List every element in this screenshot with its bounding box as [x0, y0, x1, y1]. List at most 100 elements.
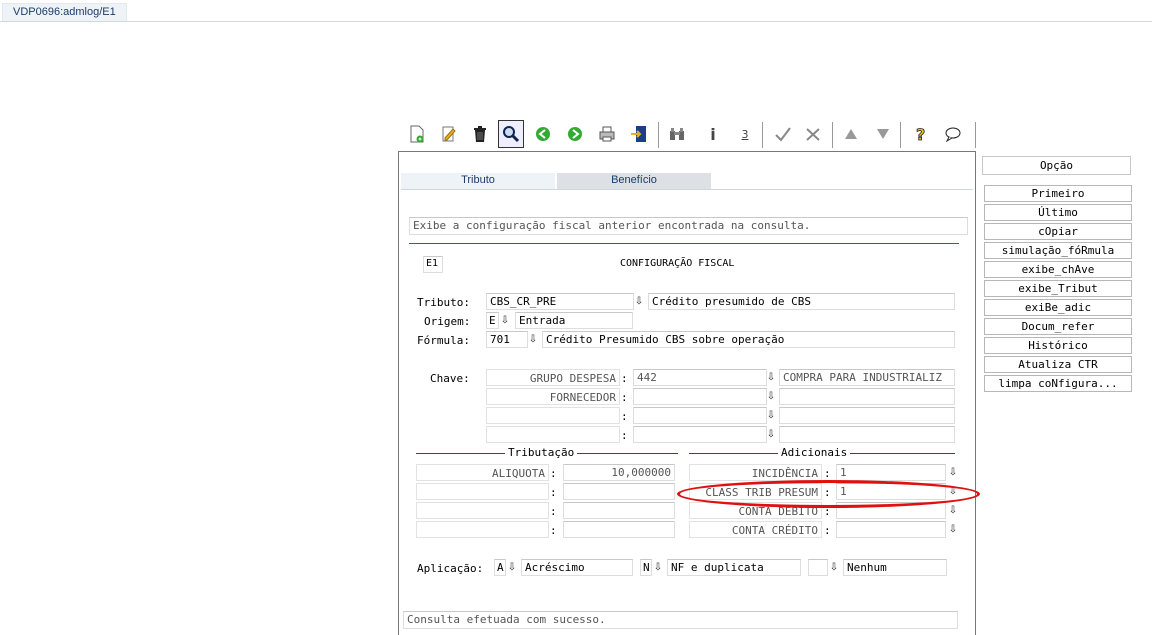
limpa-configuracao-button[interactable]: limpa coNfigura...: [984, 375, 1132, 392]
formula-label: Fórmula:: [417, 334, 470, 347]
origem-desc-field: Entrada: [515, 312, 633, 329]
tributacao-value-3[interactable]: [563, 502, 675, 519]
tributacao-name-3: [416, 502, 549, 519]
tab-beneficio[interactable]: Benefício: [557, 173, 711, 189]
help-icon[interactable]: ?: [908, 120, 934, 148]
window-tab[interactable]: VDP0696:admlog/E1: [2, 3, 127, 21]
toolbar: i 3 ?: [400, 118, 976, 150]
exit-icon[interactable]: [626, 120, 652, 148]
divider-line: [409, 243, 959, 244]
exibe-chave-button[interactable]: exibe_chAve: [984, 261, 1132, 278]
tributo-code-field[interactable]: CBS_CR_PRE: [486, 293, 634, 310]
simulacao-formula-button[interactable]: simulação_fóRmula: [984, 242, 1132, 259]
colon: :: [621, 410, 628, 423]
origem-code-field[interactable]: E: [486, 312, 499, 329]
print-icon[interactable]: [594, 120, 620, 148]
chave-lookup-icon-3[interactable]: ⇩: [765, 408, 777, 424]
info-icon[interactable]: i: [700, 120, 726, 148]
aplicacao-lookup-icon-2[interactable]: ⇩: [652, 560, 664, 576]
colon: :: [550, 486, 557, 499]
formula-code-field[interactable]: 701: [486, 331, 528, 348]
chave-desc-3: [779, 407, 955, 424]
chave-lookup-icon-2[interactable]: ⇩: [765, 389, 777, 405]
tributacao-value-2[interactable]: [563, 483, 675, 500]
delete-icon[interactable]: [467, 120, 493, 148]
colon: :: [621, 372, 628, 385]
aplicacao-desc2-field: NF e duplicata: [667, 559, 801, 576]
status-bar: Consulta efetuada com sucesso.: [403, 611, 958, 629]
colon: :: [550, 524, 557, 537]
adicionais-title: Adicionais: [778, 446, 851, 459]
comment-icon[interactable]: [940, 120, 966, 148]
toolbar-separator: [832, 122, 833, 148]
colon: :: [824, 524, 831, 537]
aplicacao-code1-field[interactable]: A: [494, 559, 506, 576]
colon: :: [824, 467, 831, 480]
origem-lookup-icon[interactable]: ⇩: [499, 313, 511, 329]
toolbar-separator: [658, 122, 659, 148]
historico-button[interactable]: Histórico: [984, 337, 1132, 354]
window-tabbar: VDP0696:admlog/E1: [0, 0, 1152, 22]
adicionais-lookup-icon-1[interactable]: ⇩: [947, 465, 959, 481]
tributacao-name-1: ALIQUOTA: [416, 464, 549, 481]
chave-desc-2: [779, 388, 955, 405]
exibe-tribut-button[interactable]: exibe_Tribut: [984, 280, 1132, 297]
number-icon[interactable]: 3: [732, 120, 758, 148]
chave-value-4[interactable]: [633, 426, 767, 443]
tab-tributo[interactable]: Tributo: [401, 173, 555, 189]
down-icon[interactable]: [870, 120, 896, 148]
cancel-icon[interactable]: [800, 120, 826, 148]
adicionais-value-1[interactable]: 1: [836, 464, 946, 481]
adicionais-name-1: INCIDÊNCIA: [689, 464, 822, 481]
chave-value-3[interactable]: [633, 407, 767, 424]
tributacao-name-2: [416, 483, 549, 500]
next-icon[interactable]: [562, 120, 588, 148]
colon: :: [621, 391, 628, 404]
adicionais-value-4[interactable]: [836, 521, 946, 538]
adicionais-lookup-icon-3[interactable]: ⇩: [947, 503, 959, 519]
aplicacao-lookup-icon-3[interactable]: ⇩: [828, 560, 840, 576]
toolbar-separator: [762, 122, 763, 148]
tributo-lookup-icon[interactable]: ⇩: [633, 294, 645, 310]
copiar-button[interactable]: cOpiar: [984, 223, 1132, 240]
option-header: Opção: [982, 156, 1131, 175]
confirm-icon[interactable]: [770, 120, 796, 148]
exibe-adic-button[interactable]: exiBe_adic: [984, 299, 1132, 316]
edit-icon[interactable]: [436, 120, 462, 148]
chave-name-2: FORNECEDOR: [486, 388, 620, 405]
docum-refer-button[interactable]: Docum_refer: [984, 318, 1132, 335]
search-icon[interactable]: [498, 120, 524, 148]
chave-value-1[interactable]: 442: [633, 369, 767, 386]
tributacao-title: Tributação: [505, 446, 578, 459]
atualiza-ctr-button[interactable]: Atualiza CTR: [984, 356, 1132, 373]
main-panel: Tributo Benefício Exibe a configuração f…: [398, 151, 976, 635]
formula-desc-field: Crédito Presumido CBS sobre operação: [542, 331, 955, 348]
aplicacao-desc1-field: Acréscimo: [521, 559, 633, 576]
chave-value-2[interactable]: [633, 388, 767, 405]
up-icon[interactable]: [838, 120, 864, 148]
chave-label: Chave:: [430, 372, 470, 385]
previous-icon[interactable]: [530, 120, 556, 148]
tributacao-name-4: [416, 521, 549, 538]
chave-lookup-icon-4[interactable]: ⇩: [765, 427, 777, 443]
chave-desc-4: [779, 426, 955, 443]
colon: :: [621, 429, 628, 442]
adicionais-lookup-icon-4[interactable]: ⇩: [947, 522, 959, 538]
aplicacao-lookup-icon-1[interactable]: ⇩: [506, 560, 518, 576]
formula-lookup-icon[interactable]: ⇩: [527, 332, 539, 348]
new-icon[interactable]: [404, 120, 430, 148]
tributacao-value-4[interactable]: [563, 521, 675, 538]
primeiro-button[interactable]: Primeiro: [984, 185, 1132, 202]
aplicacao-label: Aplicação:: [417, 562, 484, 575]
aplicacao-code3-field[interactable]: [808, 559, 828, 576]
tributacao-value-1[interactable]: 10,000000: [563, 464, 675, 481]
highlight-oval: [677, 480, 980, 508]
empresa-field: E1: [423, 256, 443, 273]
info-message: Exibe a configuração fiscal anterior enc…: [409, 217, 968, 235]
toolbar-separator: [975, 122, 976, 148]
ultimo-button[interactable]: Último: [984, 204, 1132, 221]
chave-lookup-icon-1[interactable]: ⇩: [765, 370, 777, 386]
chave-desc-1: COMPRA PARA INDUSTRIALIZ: [779, 369, 955, 386]
aplicacao-code2-field[interactable]: N: [640, 559, 652, 576]
binoculars-icon[interactable]: [664, 120, 690, 148]
